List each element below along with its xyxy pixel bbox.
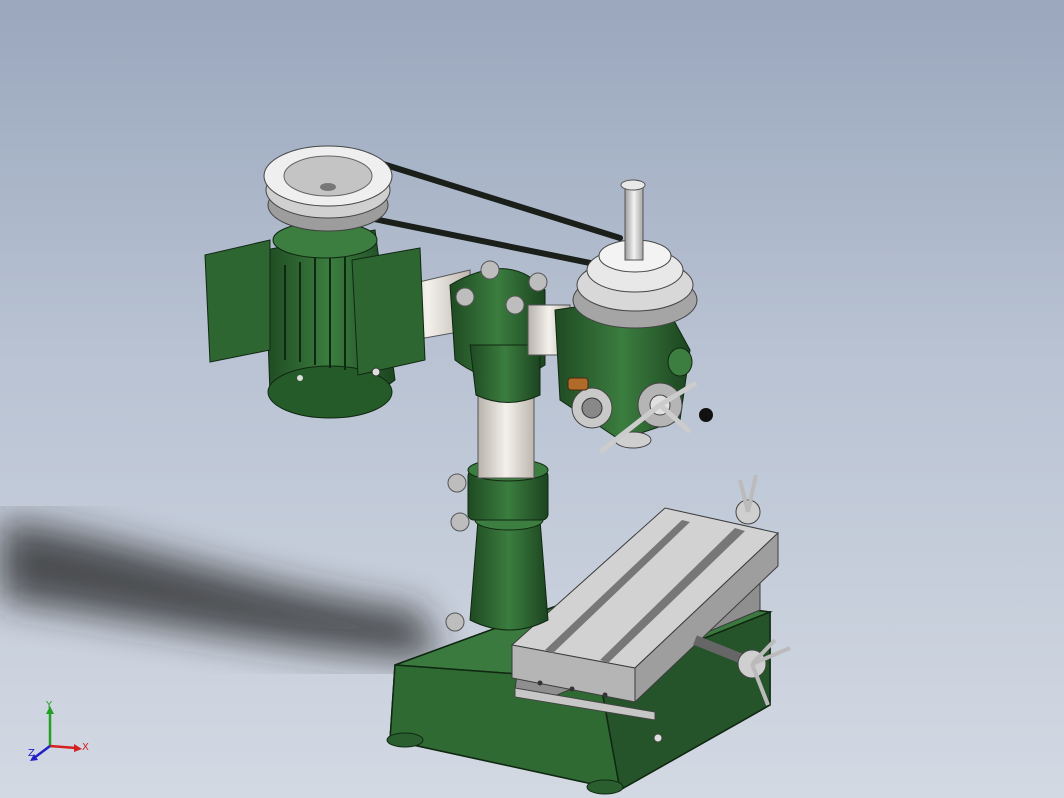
motor-pulley[interactable] <box>263 145 393 232</box>
3d-model-view[interactable] <box>0 0 1064 798</box>
z-axis-line <box>33 745 51 759</box>
z-axis-label: Z <box>28 748 35 759</box>
graphics-viewport[interactable]: Y X Z <box>0 0 1064 798</box>
axis-triad: Y X Z <box>28 700 89 761</box>
y-axis-label: Y <box>45 700 53 711</box>
x-axis-line <box>49 744 77 750</box>
table-handwheel-rear[interactable] <box>735 474 761 525</box>
motor[interactable] <box>204 221 426 419</box>
spindle-pulley[interactable] <box>572 179 698 329</box>
x-axis-arrow-icon <box>74 744 82 752</box>
x-axis-label: X <box>82 742 89 753</box>
column-lower[interactable] <box>447 458 549 631</box>
floor-shadow <box>0 520 440 660</box>
